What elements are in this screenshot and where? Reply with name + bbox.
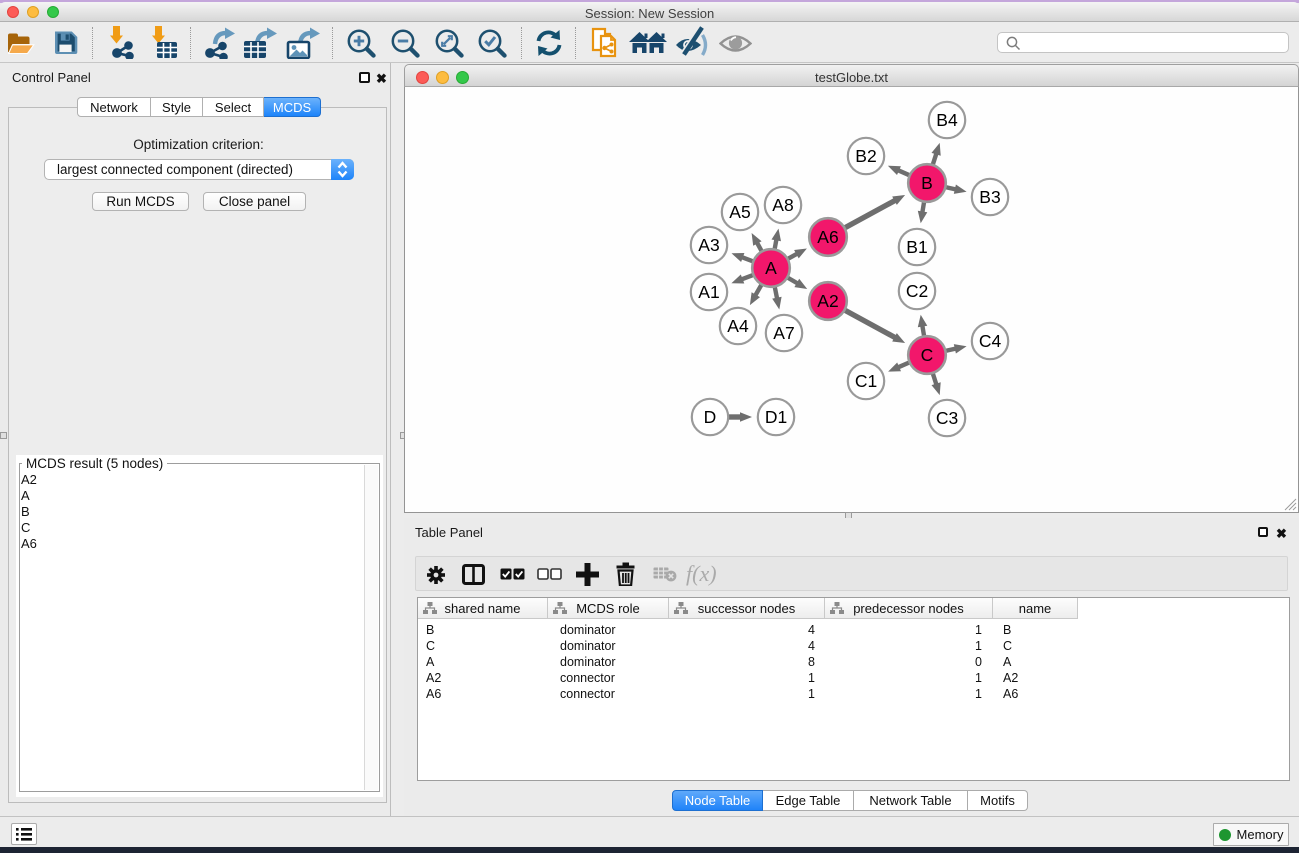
svg-text:B1: B1 <box>906 237 927 257</box>
svg-text:A6: A6 <box>817 227 838 247</box>
svg-text:A2: A2 <box>817 291 838 311</box>
svg-text:B3: B3 <box>979 187 1000 207</box>
svg-text:B2: B2 <box>855 146 876 166</box>
svg-text:B: B <box>921 173 933 193</box>
svg-text:C3: C3 <box>936 408 958 428</box>
svg-text:A5: A5 <box>729 202 750 222</box>
svg-text:A1: A1 <box>698 282 719 302</box>
svg-text:A4: A4 <box>727 316 749 336</box>
svg-text:A8: A8 <box>772 195 793 215</box>
svg-text:A: A <box>765 258 777 278</box>
svg-text:A3: A3 <box>698 235 719 255</box>
svg-text:B4: B4 <box>936 110 958 130</box>
svg-text:C2: C2 <box>906 281 928 301</box>
svg-text:C1: C1 <box>855 371 877 391</box>
svg-text:D: D <box>704 407 717 427</box>
svg-text:C4: C4 <box>979 331 1002 351</box>
svg-text:C: C <box>921 345 934 365</box>
svg-text:D1: D1 <box>765 407 787 427</box>
svg-text:A7: A7 <box>773 323 794 343</box>
